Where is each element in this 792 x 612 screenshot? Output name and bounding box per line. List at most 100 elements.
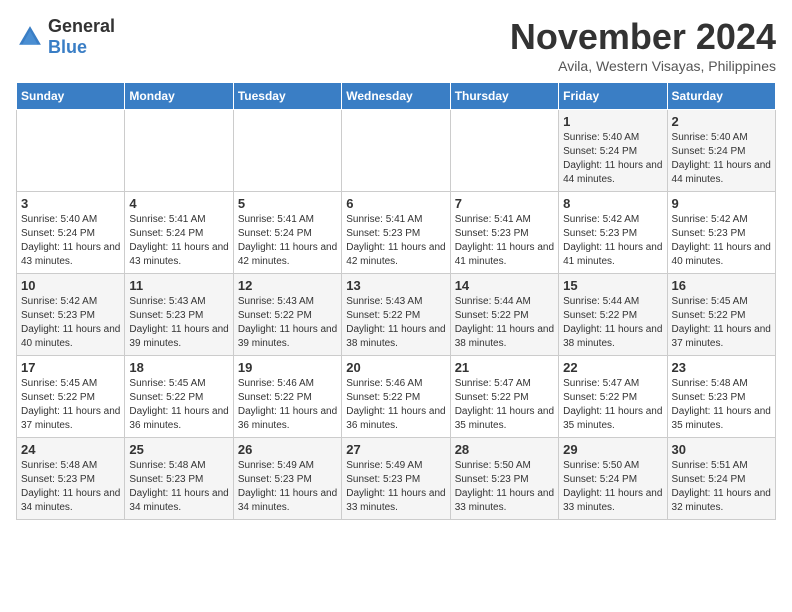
day-number: 28 <box>455 442 554 457</box>
calendar-cell: 12 Sunrise: 5:43 AM Sunset: 5:22 PM Dayli… <box>233 274 341 356</box>
calendar-cell: 20 Sunrise: 5:46 AM Sunset: 5:22 PM Dayli… <box>342 356 450 438</box>
day-number: 3 <box>21 196 120 211</box>
day-number: 11 <box>129 278 228 293</box>
day-number: 10 <box>21 278 120 293</box>
cell-content: Sunrise: 5:41 AM Sunset: 5:24 PM Dayligh… <box>238 213 337 269</box>
cell-content: Sunrise: 5:44 AM Sunset: 5:22 PM Dayligh… <box>563 295 662 351</box>
title-area: November 2024 Avila, Western Visayas, Ph… <box>510 16 776 74</box>
day-number: 12 <box>238 278 337 293</box>
header-sunday: Sunday <box>17 83 125 110</box>
header: General Blue November 2024 Avila, Wester… <box>16 16 776 74</box>
cell-content: Sunrise: 5:45 AM Sunset: 5:22 PM Dayligh… <box>129 377 228 433</box>
cell-content: Sunrise: 5:46 AM Sunset: 5:22 PM Dayligh… <box>346 377 445 433</box>
day-number: 15 <box>563 278 662 293</box>
cell-content: Sunrise: 5:41 AM Sunset: 5:24 PM Dayligh… <box>129 213 228 269</box>
header-thursday: Thursday <box>450 83 558 110</box>
calendar-cell: 18 Sunrise: 5:45 AM Sunset: 5:22 PM Dayli… <box>125 356 233 438</box>
calendar-cell: 9Sunrise: 5:42 AM Sunset: 5:23 PM Daylig… <box>667 192 775 274</box>
calendar-cell: 4 Sunrise: 5:41 AM Sunset: 5:24 PM Daylig… <box>125 192 233 274</box>
calendar-cell: 5 Sunrise: 5:41 AM Sunset: 5:24 PM Daylig… <box>233 192 341 274</box>
calendar-cell: 25 Sunrise: 5:48 AM Sunset: 5:23 PM Dayli… <box>125 438 233 520</box>
calendar-cell: 22 Sunrise: 5:47 AM Sunset: 5:22 PM Dayli… <box>559 356 667 438</box>
day-number: 1 <box>563 114 662 129</box>
calendar-cell: 19Sunrise: 5:46 AM Sunset: 5:22 PM Dayli… <box>233 356 341 438</box>
day-number: 4 <box>129 196 228 211</box>
day-number: 26 <box>238 442 337 457</box>
calendar-cell: 29 Sunrise: 5:50 AM Sunset: 5:24 PM Dayli… <box>559 438 667 520</box>
day-number: 22 <box>563 360 662 375</box>
calendar-row-4: 24 Sunrise: 5:48 AM Sunset: 5:23 PM Dayli… <box>17 438 776 520</box>
calendar-cell: 8Sunrise: 5:42 AM Sunset: 5:23 PM Daylig… <box>559 192 667 274</box>
calendar-cell: 28 Sunrise: 5:50 AM Sunset: 5:23 PM Dayli… <box>450 438 558 520</box>
location-subtitle: Avila, Western Visayas, Philippines <box>510 58 776 74</box>
day-number: 18 <box>129 360 228 375</box>
calendar-cell <box>233 110 341 192</box>
calendar-cell: 17Sunrise: 5:45 AM Sunset: 5:22 PM Dayli… <box>17 356 125 438</box>
header-saturday: Saturday <box>667 83 775 110</box>
calendar-header: SundayMondayTuesdayWednesdayThursdayFrid… <box>17 83 776 110</box>
logo-blue: Blue <box>48 37 87 57</box>
day-number: 29 <box>563 442 662 457</box>
header-monday: Monday <box>125 83 233 110</box>
cell-content: Sunrise: 5:48 AM Sunset: 5:23 PM Dayligh… <box>129 459 228 515</box>
calendar-cell <box>342 110 450 192</box>
calendar-row-2: 10 Sunrise: 5:42 AM Sunset: 5:23 PM Dayli… <box>17 274 776 356</box>
cell-content: Sunrise: 5:47 AM Sunset: 5:22 PM Dayligh… <box>563 377 662 433</box>
month-title: November 2024 <box>510 16 776 58</box>
calendar-cell: 24 Sunrise: 5:48 AM Sunset: 5:23 PM Dayli… <box>17 438 125 520</box>
calendar-cell: 21 Sunrise: 5:47 AM Sunset: 5:22 PM Dayli… <box>450 356 558 438</box>
day-number: 21 <box>455 360 554 375</box>
cell-content: Sunrise: 5:47 AM Sunset: 5:22 PM Dayligh… <box>455 377 554 433</box>
calendar-cell: 6Sunrise: 5:41 AM Sunset: 5:23 PM Daylig… <box>342 192 450 274</box>
cell-content: Sunrise: 5:42 AM Sunset: 5:23 PM Dayligh… <box>21 295 120 351</box>
day-number: 27 <box>346 442 445 457</box>
header-tuesday: Tuesday <box>233 83 341 110</box>
calendar-cell: 2Sunrise: 5:40 AM Sunset: 5:24 PM Daylig… <box>667 110 775 192</box>
calendar-cell <box>17 110 125 192</box>
calendar-body: 1 Sunrise: 5:40 AM Sunset: 5:24 PM Daylig… <box>17 110 776 520</box>
cell-content: Sunrise: 5:42 AM Sunset: 5:23 PM Dayligh… <box>563 213 662 269</box>
calendar-cell: 30 Sunrise: 5:51 AM Sunset: 5:24 PM Dayli… <box>667 438 775 520</box>
cell-content: Sunrise: 5:48 AM Sunset: 5:23 PM Dayligh… <box>672 377 771 433</box>
cell-content: Sunrise: 5:43 AM Sunset: 5:22 PM Dayligh… <box>238 295 337 351</box>
cell-content: Sunrise: 5:50 AM Sunset: 5:24 PM Dayligh… <box>563 459 662 515</box>
cell-content: Sunrise: 5:49 AM Sunset: 5:23 PM Dayligh… <box>346 459 445 515</box>
calendar-cell: 1 Sunrise: 5:40 AM Sunset: 5:24 PM Daylig… <box>559 110 667 192</box>
header-row: SundayMondayTuesdayWednesdayThursdayFrid… <box>17 83 776 110</box>
calendar-cell: 3 Sunrise: 5:40 AM Sunset: 5:24 PM Daylig… <box>17 192 125 274</box>
cell-content: Sunrise: 5:51 AM Sunset: 5:24 PM Dayligh… <box>672 459 771 515</box>
day-number: 24 <box>21 442 120 457</box>
calendar-cell: 13Sunrise: 5:43 AM Sunset: 5:22 PM Dayli… <box>342 274 450 356</box>
calendar-row-3: 17Sunrise: 5:45 AM Sunset: 5:22 PM Dayli… <box>17 356 776 438</box>
day-number: 25 <box>129 442 228 457</box>
calendar-cell: 15 Sunrise: 5:44 AM Sunset: 5:22 PM Dayli… <box>559 274 667 356</box>
day-number: 19 <box>238 360 337 375</box>
day-number: 23 <box>672 360 771 375</box>
cell-content: Sunrise: 5:41 AM Sunset: 5:23 PM Dayligh… <box>455 213 554 269</box>
logo: General Blue <box>16 16 115 58</box>
day-number: 13 <box>346 278 445 293</box>
logo-general: General <box>48 16 115 36</box>
day-number: 30 <box>672 442 771 457</box>
calendar-cell: 11Sunrise: 5:43 AM Sunset: 5:23 PM Dayli… <box>125 274 233 356</box>
day-number: 20 <box>346 360 445 375</box>
cell-content: Sunrise: 5:45 AM Sunset: 5:22 PM Dayligh… <box>21 377 120 433</box>
cell-content: Sunrise: 5:40 AM Sunset: 5:24 PM Dayligh… <box>563 131 662 187</box>
cell-content: Sunrise: 5:45 AM Sunset: 5:22 PM Dayligh… <box>672 295 771 351</box>
cell-content: Sunrise: 5:48 AM Sunset: 5:23 PM Dayligh… <box>21 459 120 515</box>
cell-content: Sunrise: 5:41 AM Sunset: 5:23 PM Dayligh… <box>346 213 445 269</box>
calendar-cell: 16 Sunrise: 5:45 AM Sunset: 5:22 PM Dayli… <box>667 274 775 356</box>
calendar-cell: 7Sunrise: 5:41 AM Sunset: 5:23 PM Daylig… <box>450 192 558 274</box>
header-friday: Friday <box>559 83 667 110</box>
cell-content: Sunrise: 5:44 AM Sunset: 5:22 PM Dayligh… <box>455 295 554 351</box>
calendar-cell <box>450 110 558 192</box>
cell-content: Sunrise: 5:50 AM Sunset: 5:23 PM Dayligh… <box>455 459 554 515</box>
cell-content: Sunrise: 5:40 AM Sunset: 5:24 PM Dayligh… <box>21 213 120 269</box>
calendar-cell: 27 Sunrise: 5:49 AM Sunset: 5:23 PM Dayli… <box>342 438 450 520</box>
header-wednesday: Wednesday <box>342 83 450 110</box>
day-number: 5 <box>238 196 337 211</box>
calendar-cell: 26Sunrise: 5:49 AM Sunset: 5:23 PM Dayli… <box>233 438 341 520</box>
cell-content: Sunrise: 5:42 AM Sunset: 5:23 PM Dayligh… <box>672 213 771 269</box>
calendar-cell: 23 Sunrise: 5:48 AM Sunset: 5:23 PM Dayli… <box>667 356 775 438</box>
day-number: 16 <box>672 278 771 293</box>
